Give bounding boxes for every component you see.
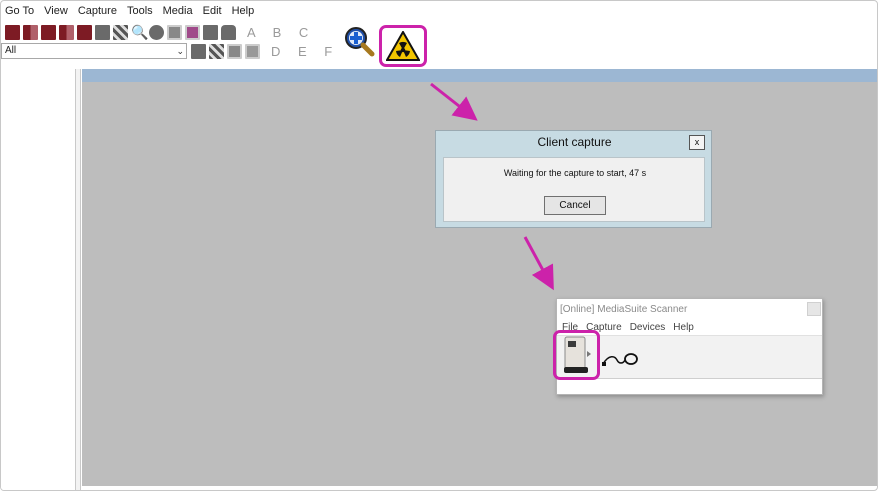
folder-icon[interactable] xyxy=(221,24,236,40)
menu-tools[interactable]: Tools xyxy=(127,5,153,21)
grid-view-icon[interactable] xyxy=(95,24,110,40)
client-capture-dialog: Client capture x Waiting for the capture… xyxy=(435,130,712,228)
xray-capture-button[interactable] xyxy=(379,25,427,67)
layout-1x2-icon[interactable] xyxy=(23,24,38,40)
menu-goto[interactable]: Go To xyxy=(5,5,34,21)
filter-select[interactable]: All ⌄ xyxy=(1,43,187,59)
dialog-title: Client capture xyxy=(537,135,612,149)
copy-icon[interactable] xyxy=(245,43,260,59)
layout-3x3-icon[interactable] xyxy=(77,24,92,40)
magnifier-icon[interactable]: 🔍 xyxy=(131,24,148,40)
export-icon[interactable] xyxy=(227,43,242,59)
menu-view[interactable]: View xyxy=(44,5,68,21)
pattern-icon[interactable] xyxy=(113,24,128,40)
left-panel xyxy=(1,69,75,490)
scanner-menu-devices[interactable]: Devices xyxy=(630,322,666,336)
dialog-close-button[interactable]: x xyxy=(689,135,705,150)
cancel-button[interactable]: Cancel xyxy=(544,196,606,215)
save-icon[interactable] xyxy=(203,24,218,40)
menu-media[interactable]: Media xyxy=(163,5,193,21)
dialog-body: Waiting for the capture to start, 47 s C… xyxy=(443,157,705,222)
letter-slots-def[interactable]: D E F xyxy=(271,44,339,59)
scanner-close-button[interactable] xyxy=(807,302,821,316)
radiation-icon xyxy=(386,31,420,61)
layout-2x1-icon[interactable] xyxy=(41,24,56,40)
layout-1x1-icon[interactable] xyxy=(5,24,20,40)
color-image-icon[interactable] xyxy=(185,24,200,40)
print-icon[interactable] xyxy=(209,43,224,59)
image-icon[interactable] xyxy=(167,24,182,40)
panel-splitter[interactable] xyxy=(75,69,81,490)
zoom-in-icon[interactable] xyxy=(343,25,375,57)
menu-capture[interactable]: Capture xyxy=(78,5,117,21)
filter-select-value: All xyxy=(5,45,17,56)
tooth-icon[interactable] xyxy=(149,24,164,40)
layout-2x2-icon[interactable] xyxy=(59,24,74,40)
menu-bar: Go To View Capture Tools Media Edit Help xyxy=(1,5,254,21)
app-window: Go To View Capture Tools Media Edit Help… xyxy=(0,0,878,491)
scanner-menu-help[interactable]: Help xyxy=(673,322,694,336)
viewer-header-strip xyxy=(82,69,877,82)
scanner-device-icon xyxy=(564,336,591,373)
scanner-tool-icon[interactable] xyxy=(191,43,206,59)
menu-edit[interactable]: Edit xyxy=(203,5,222,21)
chevron-down-icon: ⌄ xyxy=(176,46,184,56)
sensor-cable-icon[interactable] xyxy=(601,350,639,368)
dialog-message: Waiting for the capture to start, 47 s xyxy=(503,168,647,178)
toolbar-row-1: 🔍 A B C xyxy=(5,23,315,41)
scanner-window-title: [Online] MediaSuite Scanner xyxy=(560,304,688,315)
scanner-device-button[interactable] xyxy=(553,330,600,380)
toolbar-row-2: D E F xyxy=(191,42,339,60)
menu-help[interactable]: Help xyxy=(232,5,255,21)
letter-slots-abc[interactable]: A B C xyxy=(247,25,315,40)
